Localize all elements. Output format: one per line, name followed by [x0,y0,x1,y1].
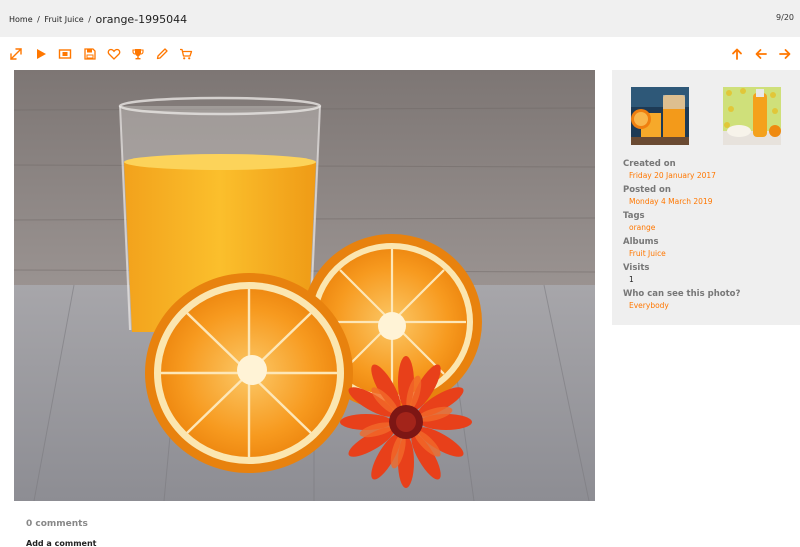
play-icon[interactable] [34,47,48,61]
pencil-icon[interactable] [155,47,169,61]
posted-on-value[interactable]: Monday 4 March 2019 [629,197,712,206]
main-photo[interactable] [14,70,595,501]
breadcrumb-home-link[interactable]: Home [9,15,33,24]
visits-label: Visits [623,263,650,273]
arrow-left-icon[interactable] [754,47,768,61]
add-comment-link[interactable]: Add a comment [26,539,96,547]
breadcrumb: Home / Fruit Juice / orange-1995044 [9,12,188,26]
permissions-label: Who can see this photo? [623,289,741,299]
thumbnail-image [631,87,689,145]
created-on-label: Created on [623,159,676,169]
previous-photo-thumbnail[interactable] [631,87,689,145]
film-icon[interactable] [58,47,72,61]
photo-toolbar [0,44,800,64]
created-on-value[interactable]: Friday 20 January 2017 [629,171,716,180]
cart-icon[interactable] [179,47,193,61]
page-title: orange-1995044 [95,13,188,26]
header-bar: Home / Fruit Juice / orange-1995044 9/20 [0,0,800,37]
breadcrumb-separator: / [37,15,40,24]
permissions-section: Who can see this photo? Everybody [623,289,740,310]
posted-on-section: Posted on Monday 4 March 2019 [623,185,712,206]
thumbnail-image [723,87,781,145]
save-icon[interactable] [83,47,97,61]
trophy-icon[interactable] [131,47,145,61]
photo-counter: 9/20 [776,13,794,22]
albums-section: Albums Fruit Juice [623,237,666,258]
tag-link[interactable]: orange [629,223,655,232]
permissions-value[interactable]: Everybody [629,301,740,310]
visits-section: Visits 1 [623,263,649,284]
breadcrumb-separator: / [88,15,91,24]
photo-image [14,70,595,501]
heart-icon[interactable] [107,47,121,61]
album-link[interactable]: Fruit Juice [629,249,666,258]
breadcrumb-album-link[interactable]: Fruit Juice [44,15,83,24]
tags-label: Tags [623,211,645,221]
visits-value: 1 [629,275,634,284]
created-on-section: Created on Friday 20 January 2017 [623,159,716,180]
photo-info-panel: Created on Friday 20 January 2017 Posted… [612,70,800,325]
comments-count: 0 comments [26,519,88,529]
posted-on-label: Posted on [623,185,671,195]
next-photo-thumbnail[interactable] [723,87,781,145]
tags-section: Tags orange [623,211,655,232]
arrow-right-icon[interactable] [778,47,792,61]
arrow-up-icon[interactable] [730,47,744,61]
expand-icon[interactable] [9,47,23,61]
albums-label: Albums [623,237,659,247]
